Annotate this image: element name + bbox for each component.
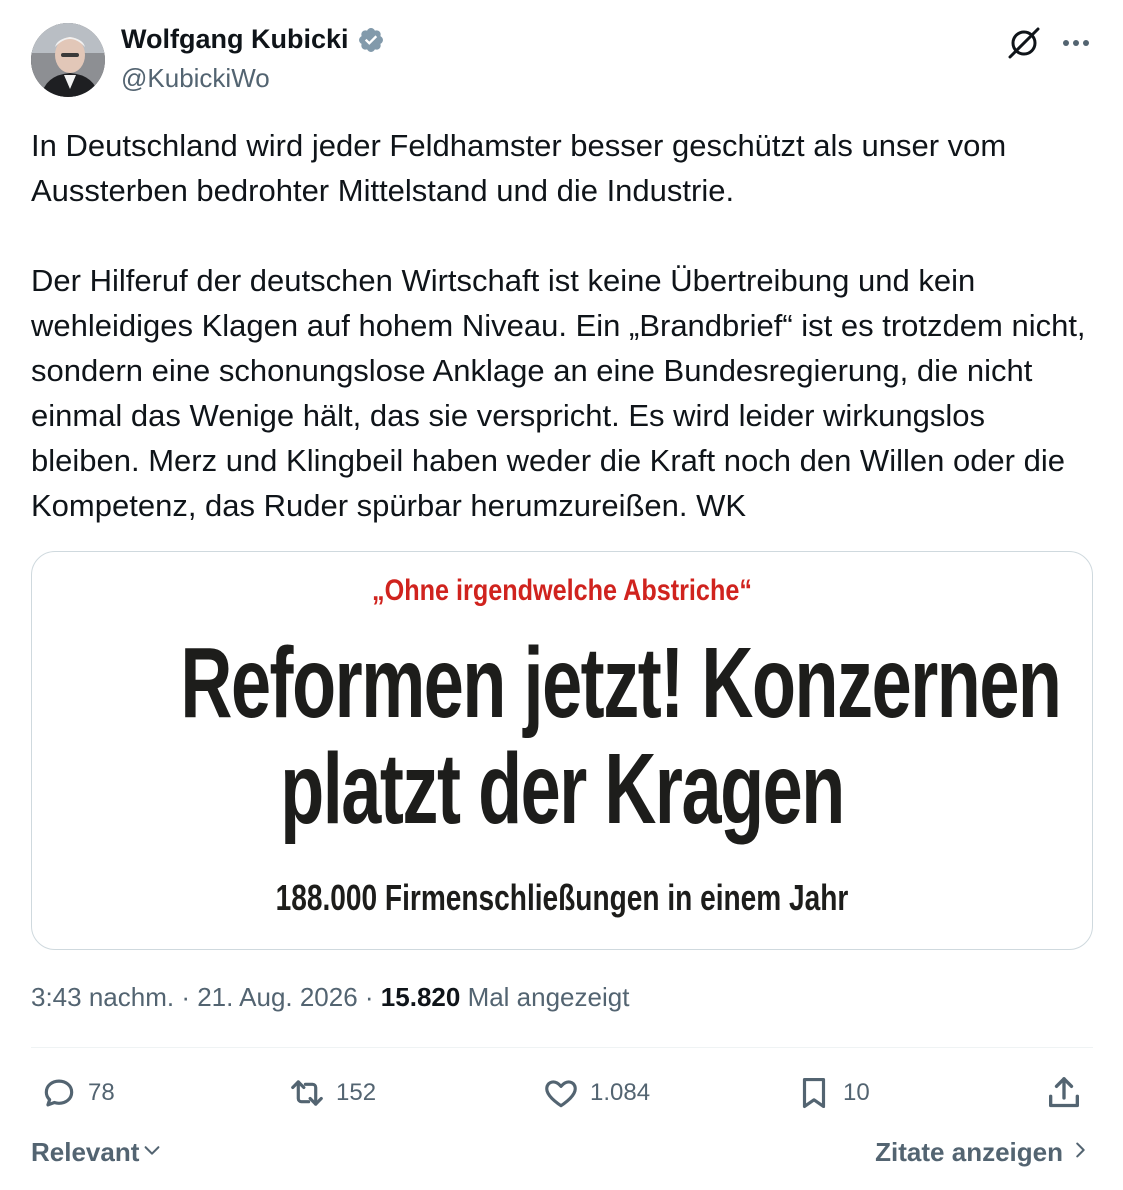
author-display-name[interactable]: Wolfgang Kubicki [121, 24, 385, 55]
divider [31, 1047, 1093, 1048]
bookmark-button[interactable]: 10 [795, 1073, 870, 1113]
author-name-text[interactable]: Wolfgang Kubicki [121, 24, 349, 55]
media-headline-line: Reformen jetzt! Konzernen [180, 627, 1062, 739]
view-quotes-link[interactable]: Zitate anzeigen [875, 1137, 1089, 1168]
media-kicker: „Ohne irgendwelche Abstriche“ [372, 574, 752, 607]
avatar[interactable] [31, 23, 105, 97]
chevron-right-icon [1071, 1137, 1089, 1168]
media-headline: Reformen jetzt! Konzernen platzt der Kra… [180, 627, 1062, 845]
media-headline-line: platzt der Kragen [280, 733, 845, 845]
tweet-paragraph: In Deutschland wird jeder Feldhamster be… [31, 128, 1007, 208]
more-icon[interactable] [1058, 27, 1094, 59]
sort-dropdown[interactable]: Relevant [31, 1137, 163, 1168]
like-count: 1.084 [590, 1079, 651, 1106]
repost-button[interactable]: 152 [288, 1073, 376, 1113]
share-icon[interactable] [1044, 1073, 1084, 1113]
views-label: Mal angezeigt [467, 982, 630, 1012]
tweet-paragraph: Der Hilferuf der deutschen Wirtschaft is… [31, 263, 1086, 523]
tweet-text: In Deutschland wird jeder Feldhamster be… [31, 123, 1101, 528]
reply-count: 78 [88, 1079, 115, 1106]
views-count: 15.820 [380, 982, 461, 1012]
verified-icon[interactable] [357, 26, 385, 54]
reply-icon [40, 1074, 78, 1112]
tweet-meta: 3:43 nachm. · 21. Aug. 2026 · 15.820 Mal… [31, 982, 629, 1013]
reply-button[interactable]: 78 [40, 1073, 115, 1113]
media-image[interactable]: „Ohne irgendwelche Abstriche“ Reformen j… [31, 551, 1093, 950]
bookmark-icon [795, 1074, 833, 1112]
tweet-date[interactable]: 21. Aug. 2026 [197, 982, 357, 1012]
author-handle[interactable]: @KubickiWo [121, 63, 270, 94]
chevron-down-icon [141, 1137, 163, 1168]
meta-separator: · [174, 982, 198, 1012]
tweet-time[interactable]: 3:43 nachm. [31, 982, 174, 1012]
repost-icon [288, 1074, 326, 1112]
like-icon [542, 1074, 580, 1112]
bookmark-count: 10 [843, 1079, 870, 1106]
media-subline: 188.000 Firmenschließungen in einem Jahr [275, 877, 849, 918]
like-button[interactable]: 1.084 [542, 1073, 650, 1113]
sort-label: Relevant [31, 1137, 140, 1167]
quotes-label: Zitate anzeigen [875, 1137, 1063, 1167]
meta-separator: · [357, 982, 381, 1012]
repost-count: 152 [336, 1079, 377, 1106]
grok-icon[interactable] [1006, 25, 1042, 61]
